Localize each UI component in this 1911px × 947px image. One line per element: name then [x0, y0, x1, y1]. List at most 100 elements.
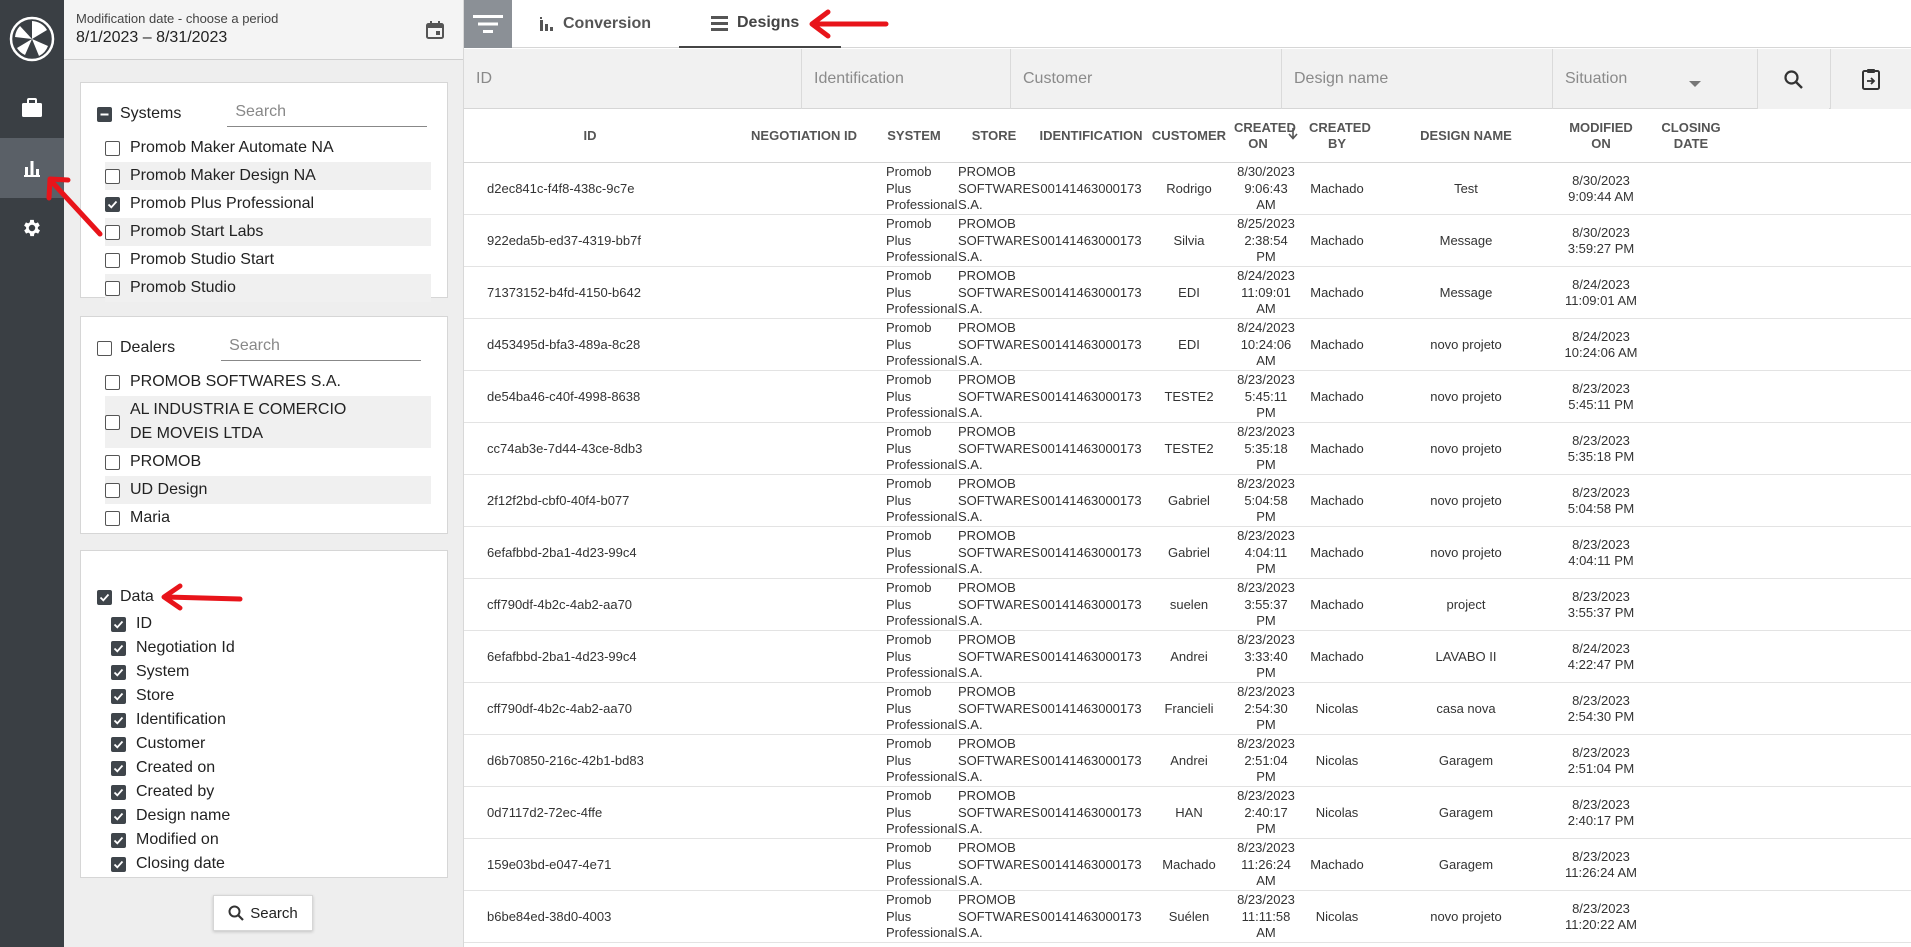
- system-checkbox[interactable]: [105, 140, 120, 156]
- data-select-all-checkbox[interactable]: [97, 589, 112, 605]
- col-header-modified-on[interactable]: MODIFIED ON: [1556, 110, 1646, 162]
- data-column-checkbox[interactable]: [111, 664, 126, 680]
- col-header-system[interactable]: SYSTEM: [878, 110, 950, 162]
- dealer-option[interactable]: PROMOB SOFTWARES S.A.: [105, 368, 431, 396]
- app-logo[interactable]: [0, 0, 64, 78]
- col-header-store[interactable]: STORE: [950, 110, 1038, 162]
- systems-select-all-checkbox[interactable]: [97, 106, 112, 122]
- rail-item-settings[interactable]: [0, 198, 64, 258]
- col-header-closing-date[interactable]: CLOSING DATE: [1646, 110, 1736, 162]
- data-column-checkbox[interactable]: [111, 712, 126, 728]
- period-picker[interactable]: Modification date - choose a period 8/1/…: [64, 0, 463, 60]
- table-row[interactable]: de54ba46-c40f-4998-8638 Promob Plus Profe…: [464, 371, 1911, 423]
- system-checkbox[interactable]: [105, 224, 120, 240]
- table-row[interactable]: 922eda5b-ed37-4319-bb7f Promob Plus Profe…: [464, 215, 1911, 267]
- col-header-created-by[interactable]: CREATED BY: [1298, 110, 1376, 162]
- table-row[interactable]: d453495d-bfa3-489a-8c28 Promob Plus Profe…: [464, 319, 1911, 371]
- tab-conversion[interactable]: Conversion: [540, 0, 651, 48]
- promob-logo-icon: [9, 16, 55, 62]
- design-name-filter-input[interactable]: Design name: [1282, 49, 1553, 109]
- customer-filter-input[interactable]: Customer: [1011, 49, 1282, 109]
- data-column-option[interactable]: Customer: [111, 732, 447, 756]
- data-column-option[interactable]: Negotiation Id: [111, 636, 447, 660]
- data-column-checkbox[interactable]: [111, 856, 126, 872]
- search-filter-button[interactable]: [1757, 49, 1829, 109]
- filter-panel: Modification date - choose a period 8/1/…: [64, 0, 464, 947]
- system-option[interactable]: Promob Maker Design NA: [105, 162, 431, 190]
- col-header-design-name[interactable]: DESIGN NAME: [1376, 110, 1556, 162]
- table-row[interactable]: d6b70850-216c-42b1-bd83 Promob Plus Profe…: [464, 735, 1911, 787]
- clipboard-export-icon: [1862, 69, 1880, 90]
- rail-item-reports[interactable]: [0, 138, 64, 198]
- table-row[interactable]: d2ec841c-f4f8-438c-9c7e Promob Plus Profe…: [464, 163, 1911, 215]
- system-option[interactable]: Promob Maker Automate NA: [105, 134, 431, 162]
- system-option[interactable]: Promob Studio Start: [105, 246, 431, 274]
- system-checkbox[interactable]: [105, 252, 120, 268]
- data-column-checkbox[interactable]: [111, 616, 126, 632]
- table-row[interactable]: 71373152-b4fd-4150-b642 Promob Plus Profe…: [464, 267, 1911, 319]
- col-header-customer[interactable]: CUSTOMER: [1144, 110, 1234, 162]
- dealer-option[interactable]: PROMOB: [105, 448, 431, 476]
- filter-menu-button[interactable]: [464, 0, 512, 48]
- dealer-option[interactable]: UD Design: [105, 476, 431, 504]
- col-header-negotiation-id[interactable]: NEGOTIATION ID: [716, 110, 892, 162]
- dealer-checkbox[interactable]: [105, 414, 120, 430]
- situation-select[interactable]: Situation: [1553, 49, 1721, 109]
- data-column-checkbox[interactable]: [111, 832, 126, 848]
- table-row[interactable]: 6efafbbd-2ba1-4d23-99c4 Promob Plus Profe…: [464, 631, 1911, 683]
- system-option[interactable]: Promob Studio: [105, 274, 431, 302]
- id-filter-input[interactable]: ID: [464, 49, 802, 109]
- export-button[interactable]: [1830, 49, 1911, 109]
- dealer-checkbox[interactable]: [105, 482, 120, 498]
- identification-filter-input[interactable]: Identification: [802, 49, 1011, 109]
- data-column-option[interactable]: Identification: [111, 708, 447, 732]
- system-checkbox[interactable]: [105, 168, 120, 184]
- table-row[interactable]: b6be84ed-38d0-4003 Promob Plus Profession…: [464, 891, 1911, 943]
- data-column-checkbox[interactable]: [111, 688, 126, 704]
- data-column-checkbox[interactable]: [111, 640, 126, 656]
- search-button[interactable]: Search: [213, 895, 313, 931]
- data-column-option[interactable]: Store: [111, 684, 447, 708]
- dealers-search-input[interactable]: Search: [221, 335, 422, 361]
- table-row[interactable]: cc74ab3e-7d44-43ce-8db3 Promob Plus Profe…: [464, 423, 1911, 475]
- calendar-icon[interactable]: [425, 20, 445, 45]
- data-column-option[interactable]: ID: [111, 612, 447, 636]
- data-column-option[interactable]: Closing date: [111, 852, 447, 876]
- table-row[interactable]: 0d7117d2-72ec-4ffe Promob Plus Profession…: [464, 787, 1911, 839]
- system-option[interactable]: Promob Plus Professional: [105, 190, 431, 218]
- sort-desc-arrow-icon[interactable]: [1288, 128, 1298, 144]
- table-row[interactable]: 2f12f2bd-cbf0-40f4-b077 Promob Plus Profe…: [464, 475, 1911, 527]
- systems-search-input[interactable]: Search: [227, 101, 428, 127]
- dealer-checkbox[interactable]: [105, 454, 120, 470]
- cell-identification: 00141463000173: [1040, 596, 1142, 612]
- col-header-created-on[interactable]: CREATED ON: [1234, 110, 1298, 162]
- data-column-checkbox[interactable]: [111, 760, 126, 776]
- data-column-checkbox[interactable]: [111, 784, 126, 800]
- table-row[interactable]: cff790df-4b2c-4ab2-aa70 Promob Plus Profe…: [464, 579, 1911, 631]
- col-header-identification[interactable]: IDENTIFICATION: [1038, 110, 1144, 162]
- data-column-checkbox[interactable]: [111, 808, 126, 824]
- data-column-option[interactable]: Modified on: [111, 828, 447, 852]
- dealer-option[interactable]: Maria: [105, 504, 431, 532]
- dealer-option[interactable]: AL INDUSTRIA E COMERCIO DE MOVEIS LTDA: [105, 396, 431, 448]
- table-row[interactable]: 159e03bd-e047-4e71 Promob Plus Profession…: [464, 839, 1911, 891]
- dealer-checkbox[interactable]: [105, 374, 120, 390]
- data-column-option[interactable]: System: [111, 660, 447, 684]
- col-header-id[interactable]: ID: [464, 110, 716, 162]
- system-checkbox[interactable]: [105, 280, 120, 296]
- data-column-option[interactable]: Created by: [111, 780, 447, 804]
- dealer-checkbox[interactable]: [105, 510, 120, 526]
- rail-item-briefcase[interactable]: [0, 78, 64, 138]
- system-checkbox[interactable]: [105, 196, 120, 212]
- col-header-label: ID: [583, 128, 597, 143]
- data-column-option[interactable]: Created on: [111, 756, 447, 780]
- table-row[interactable]: 6efafbbd-2ba1-4d23-99c4 Promob Plus Profe…: [464, 527, 1911, 579]
- tab-designs[interactable]: Designs: [679, 0, 841, 48]
- data-column-option[interactable]: Design name: [111, 804, 447, 828]
- table-row[interactable]: cff790df-4b2c-4ab2-aa70 Promob Plus Profe…: [464, 683, 1911, 735]
- cell-system: Promob Plus Professional: [886, 372, 958, 421]
- dealers-select-all-checkbox[interactable]: [97, 340, 112, 356]
- data-column-checkbox[interactable]: [111, 736, 126, 752]
- data-title: Data: [120, 588, 154, 605]
- system-option[interactable]: Promob Start Labs: [105, 218, 431, 246]
